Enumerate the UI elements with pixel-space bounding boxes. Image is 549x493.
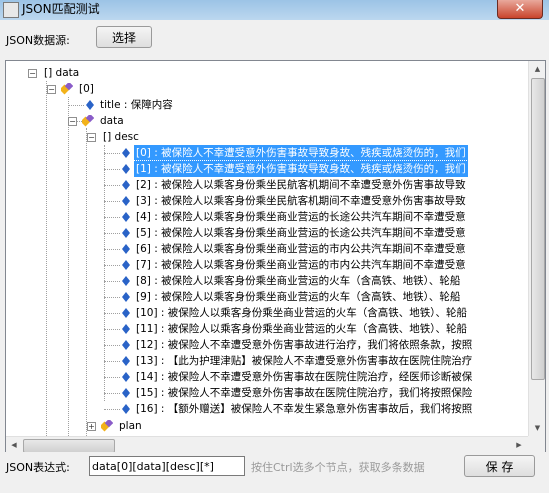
json-tree-panel: − [] data − [0] title : 保障内容 − data − []…	[5, 60, 546, 454]
value-icon	[122, 404, 130, 414]
node-label: [5] : 被保险人以乘客身份乘坐商业营运的长途公共汽车期间不幸遭受意	[136, 227, 466, 239]
value-icon	[122, 148, 130, 158]
value-icon	[122, 260, 130, 270]
tree-node-desc-item[interactable]: [3] : 被保险人以乘客身份乘坐民航客机期间不幸遭受意外伤害事故导致	[122, 193, 468, 209]
tree-node-title[interactable]: title : 保障内容	[86, 97, 175, 113]
node-label: [12] : 被保险人不幸遭受意外伤害事故进行治疗，我们将依照条款，按照	[136, 339, 473, 351]
value-icon	[122, 244, 130, 254]
tree-node-desc-item[interactable]: [5] : 被保险人以乘客身份乘坐商业营运的长途公共汽车期间不幸遭受意	[122, 225, 468, 241]
select-button[interactable]: 选择	[96, 26, 152, 48]
tree-node-desc-item[interactable]: [1] : 被保险人不幸遭受意外伤害事故导致身故、残疾或烧烫伤的，我们	[122, 160, 469, 178]
collapse-toggle[interactable]: −	[47, 85, 56, 94]
value-icon	[122, 356, 130, 366]
collapse-toggle[interactable]: −	[28, 69, 37, 78]
tree-node-desc-item[interactable]: [10] : 被保险人以乘客身份乘坐商业营运的火车（含高铁、地铁）、轮船	[122, 305, 469, 321]
tree-node-desc-item[interactable]: [11] : 被保险人以乘客身份乘坐商业营运的火车（含高铁、地铁）、轮船	[122, 321, 469, 337]
tree-node-desc-item[interactable]: [14] : 被保险人不幸遭受意外伤害事故在医院住院治疗，经医师诊断被保	[122, 369, 474, 385]
tree-node-desc-item[interactable]: [16] : 【额外赠送】被保险人不幸发生紧急意外伤害事故后，我们将按照	[122, 401, 474, 417]
value-icon	[122, 340, 130, 350]
tree-node-desc-item[interactable]: [6] : 被保险人以乘客身份乘坐商业营运的市内公共汽车期间不幸遭受意	[122, 241, 468, 257]
value-icon	[122, 324, 130, 334]
value-icon	[122, 276, 130, 286]
node-label: title : 保障内容	[100, 99, 173, 111]
save-button[interactable]: 保 存	[464, 455, 535, 477]
vertical-scrollbar[interactable]: ▲ ▼	[528, 61, 545, 436]
node-label: [16] : 【额外赠送】被保险人不幸发生紧急意外伤害事故后，我们将按照	[136, 403, 473, 415]
node-label: [14] : 被保险人不幸遭受意外伤害事故在医院住院治疗，经医师诊断被保	[136, 371, 473, 383]
expression-label: JSON表达式:	[6, 461, 70, 474]
value-icon	[122, 292, 130, 302]
scroll-corner	[528, 436, 545, 453]
node-label: [13] : 【此为护理津贴】被保险人不幸遭受意外伤害事故在医院住院治疗	[136, 355, 473, 367]
node-label: [9] : 被保险人以乘客身份乘坐商业营运的火车（含高铁、地铁）、轮船	[136, 291, 461, 303]
tree-node-desc-item[interactable]: [7] : 被保险人以乘客身份乘坐商业营运的市内公共汽车期间不幸遭受意	[122, 257, 468, 273]
value-icon	[122, 372, 130, 382]
value-icon	[122, 180, 130, 190]
scroll-up-icon[interactable]: ▲	[529, 61, 545, 77]
node-label: data	[100, 115, 124, 127]
collapse-toggle[interactable]: −	[68, 117, 77, 126]
node-label: [0] : 被保险人不幸遭受意外伤害事故导致身故、残疾或烧烫伤的，我们	[133, 144, 469, 162]
tree-node-data[interactable]: − data	[68, 113, 126, 129]
hint-text: 按住Ctrl选多个节点，获取多条数据	[251, 461, 425, 474]
scroll-down-icon[interactable]: ▼	[529, 420, 545, 436]
title-bar: JSON匹配测试 ✕	[0, 0, 549, 20]
value-icon	[122, 212, 130, 222]
value-icon	[122, 388, 130, 398]
tree-node-root[interactable]: − [] data	[28, 65, 81, 81]
object-icon	[101, 420, 113, 432]
tree-node-desc-item[interactable]: [12] : 被保险人不幸遭受意外伤害事故进行治疗，我们将依照条款，按照	[122, 337, 474, 353]
tree-node-desc-item[interactable]: [15] : 被保险人不幸遭受意外伤害事故在医院住院治疗，我们将按照保险	[122, 385, 474, 401]
tree-node-item0[interactable]: − [0]	[47, 81, 96, 97]
node-label: plan	[119, 420, 142, 432]
expand-toggle[interactable]: +	[87, 422, 96, 431]
node-label: [] desc	[103, 131, 139, 143]
json-tree[interactable]: − [] data − [0] title : 保障内容 − data − []…	[6, 61, 528, 436]
source-label: JSON数据源:	[6, 34, 70, 47]
expression-input[interactable]	[89, 456, 245, 476]
collapse-toggle[interactable]: −	[87, 133, 96, 142]
node-label: [11] : 被保险人以乘客身份乘坐商业营运的火车（含高铁、地铁）、轮船	[136, 323, 468, 335]
value-icon	[122, 164, 130, 174]
value-icon	[122, 196, 130, 206]
expression-bar: JSON表达式: 按住Ctrl选多个节点，获取多条数据 保 存	[0, 452, 549, 493]
object-icon	[82, 115, 94, 127]
app-icon	[3, 2, 19, 18]
node-label: [4] : 被保险人以乘客身份乘坐商业营运的长途公共汽车期间不幸遭受意	[136, 211, 466, 223]
tree-node-desc-item[interactable]: [0] : 被保险人不幸遭受意外伤害事故导致身故、残疾或烧烫伤的，我们	[122, 144, 469, 162]
node-label: [7] : 被保险人以乘客身份乘坐商业营运的市内公共汽车期间不幸遭受意	[136, 259, 466, 271]
node-label: [2] : 被保险人以乘客身份乘坐民航客机期间不幸遭受意外伤害事故导致	[136, 179, 466, 191]
node-label: [8] : 被保险人以乘客身份乘坐商业营运的火车（含高铁、地铁）、轮船	[136, 275, 461, 287]
tree-node-desc-item[interactable]: [9] : 被保险人以乘客身份乘坐商业营运的火车（含高铁、地铁）、轮船	[122, 289, 462, 305]
tree-node-desc-item[interactable]: [2] : 被保险人以乘客身份乘坐民航客机期间不幸遭受意外伤害事故导致	[122, 177, 468, 193]
value-icon	[86, 100, 94, 110]
close-button[interactable]: ✕	[497, 0, 543, 19]
tree-node-desc-item[interactable]: [13] : 【此为护理津贴】被保险人不幸遭受意外伤害事故在医院住院治疗	[122, 353, 474, 369]
node-label: [] data	[44, 67, 80, 79]
tree-node-desc-item[interactable]: [4] : 被保险人以乘客身份乘坐商业营运的长途公共汽车期间不幸遭受意	[122, 209, 468, 225]
scroll-thumb[interactable]	[531, 78, 545, 380]
scroll-thumb[interactable]	[23, 439, 115, 453]
node-label: [10] : 被保险人以乘客身份乘坐商业营运的火车（含高铁、地铁）、轮船	[136, 307, 468, 319]
tree-node-desc-item[interactable]: [8] : 被保险人以乘客身份乘坐商业营运的火车（含高铁、地铁）、轮船	[122, 273, 462, 289]
node-label: [6] : 被保险人以乘客身份乘坐商业营运的市内公共汽车期间不幸遭受意	[136, 243, 466, 255]
tree-node-desc[interactable]: − [] desc	[87, 129, 141, 145]
object-icon	[61, 83, 73, 95]
tree-node-plan[interactable]: + plan	[87, 418, 144, 434]
node-label: [15] : 被保险人不幸遭受意外伤害事故在医院住院治疗，我们将按照保险	[136, 387, 473, 399]
node-label: [3] : 被保险人以乘客身份乘坐民航客机期间不幸遭受意外伤害事故导致	[136, 195, 466, 207]
node-label: [0]	[79, 83, 94, 95]
window-title: JSON匹配测试	[22, 2, 100, 16]
main-window: JSON匹配测试 ✕ JSON数据源: 选择 − [] data − [0] t…	[0, 0, 549, 493]
node-label: [1] : 被保险人不幸遭受意外伤害事故导致身故、残疾或烧烫伤的，我们	[133, 160, 469, 178]
value-icon	[122, 308, 130, 318]
value-icon	[122, 228, 130, 238]
source-bar: JSON数据源: 选择	[0, 20, 549, 60]
